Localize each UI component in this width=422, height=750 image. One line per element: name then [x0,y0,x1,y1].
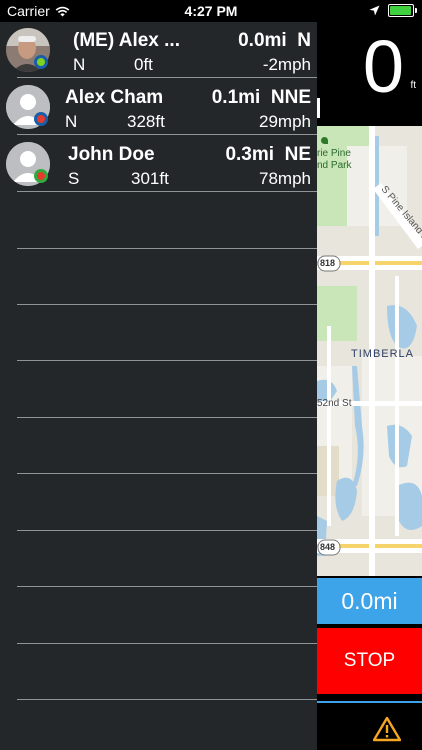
contact-name: John Doe [68,144,155,165]
contact-distance-bearing: 0.1mi NNE [212,87,311,109]
map-label-park: rie Pine nd Park [317,136,351,172]
contact-direction: N [73,55,86,74]
status-indicator [34,169,48,183]
row-divider [17,191,317,192]
distance-readout-value: 0 [362,25,404,108]
map-view[interactable]: rie Pine nd Park S Pine Island Rd 818 TI… [317,126,422,576]
contact-altitude: 301ft [131,169,169,188]
distance-display: 0.0mi [317,578,422,624]
contact-speed: 78mph [259,169,311,188]
stop-button[interactable]: STOP [317,628,422,694]
empty-row-divider [17,530,317,531]
contact-distance: 0.3mi [225,144,275,165]
clock: 4:27 PM [184,3,238,19]
contact-distance: 0.1mi [211,87,261,108]
contact-altitude: 0ft [134,55,153,74]
contact-distance: 0.0mi [238,30,287,51]
panel-edge-marker [317,98,320,118]
battery-icon [388,4,417,17]
map-label-park-line2: nd Park [317,160,352,171]
empty-row-divider [17,248,317,249]
contact-direction: N [65,112,78,131]
contact-row[interactable]: (ME) Alex ... 0.0mi N N 0ft -2mph [0,22,317,78]
empty-row-divider [17,643,317,644]
warning-icon[interactable] [373,716,401,742]
contact-row[interactable]: Alex Cham 0.1mi NNE N 328ft 29mph [0,79,317,135]
contact-speed: -2mph [262,55,311,74]
contact-row[interactable]: John Doe 0.3mi NE S 301ft 78mph [0,136,317,192]
contact-altitude: 328ft [127,112,165,131]
empty-row-divider [17,473,317,474]
contact-direction: S [68,169,80,188]
status-indicator [34,55,48,69]
location-arrow-icon [369,5,380,16]
right-panel: 0 ft rie Pine nd Park S Pine Island Rd 8… [317,22,422,750]
contact-name: (ME) Alex ... [73,30,180,51]
status-indicators [369,4,417,17]
contact-bearing: NNE [270,87,311,108]
map-park-icon [321,137,328,144]
empty-row-divider [17,417,317,418]
map-label-route-848: 848 [320,542,336,552]
row-divider [17,77,317,78]
contact-bearing: N [297,30,311,51]
contact-name: Alex Cham [65,87,164,108]
map-label-street: 52nd St [317,398,352,409]
map-label-route-818: 818 [320,258,336,268]
map-label-park-line1: rie Pine [317,148,351,159]
contacts-list[interactable]: (ME) Alex ... 0.0mi N N 0ft -2mph Alex C… [0,22,317,750]
status-bar: Carrier 4:27 PM [0,0,422,22]
battery-level [390,6,411,15]
map-label-area: TIMBERLA [351,348,415,360]
bottom-accent-line [317,701,422,703]
empty-row-divider [17,304,317,305]
contact-bearing: NE [284,144,311,165]
contact-speed: 29mph [259,112,311,131]
status-indicator [34,112,48,126]
distance-readout-unit: ft [410,80,416,91]
contact-distance-bearing: 0.3mi NE [225,144,311,166]
row-divider [17,134,317,135]
empty-row-divider [17,699,317,700]
empty-row-divider [17,360,317,361]
contact-distance-bearing: 0.0mi N [238,30,311,52]
empty-row-divider [17,586,317,587]
